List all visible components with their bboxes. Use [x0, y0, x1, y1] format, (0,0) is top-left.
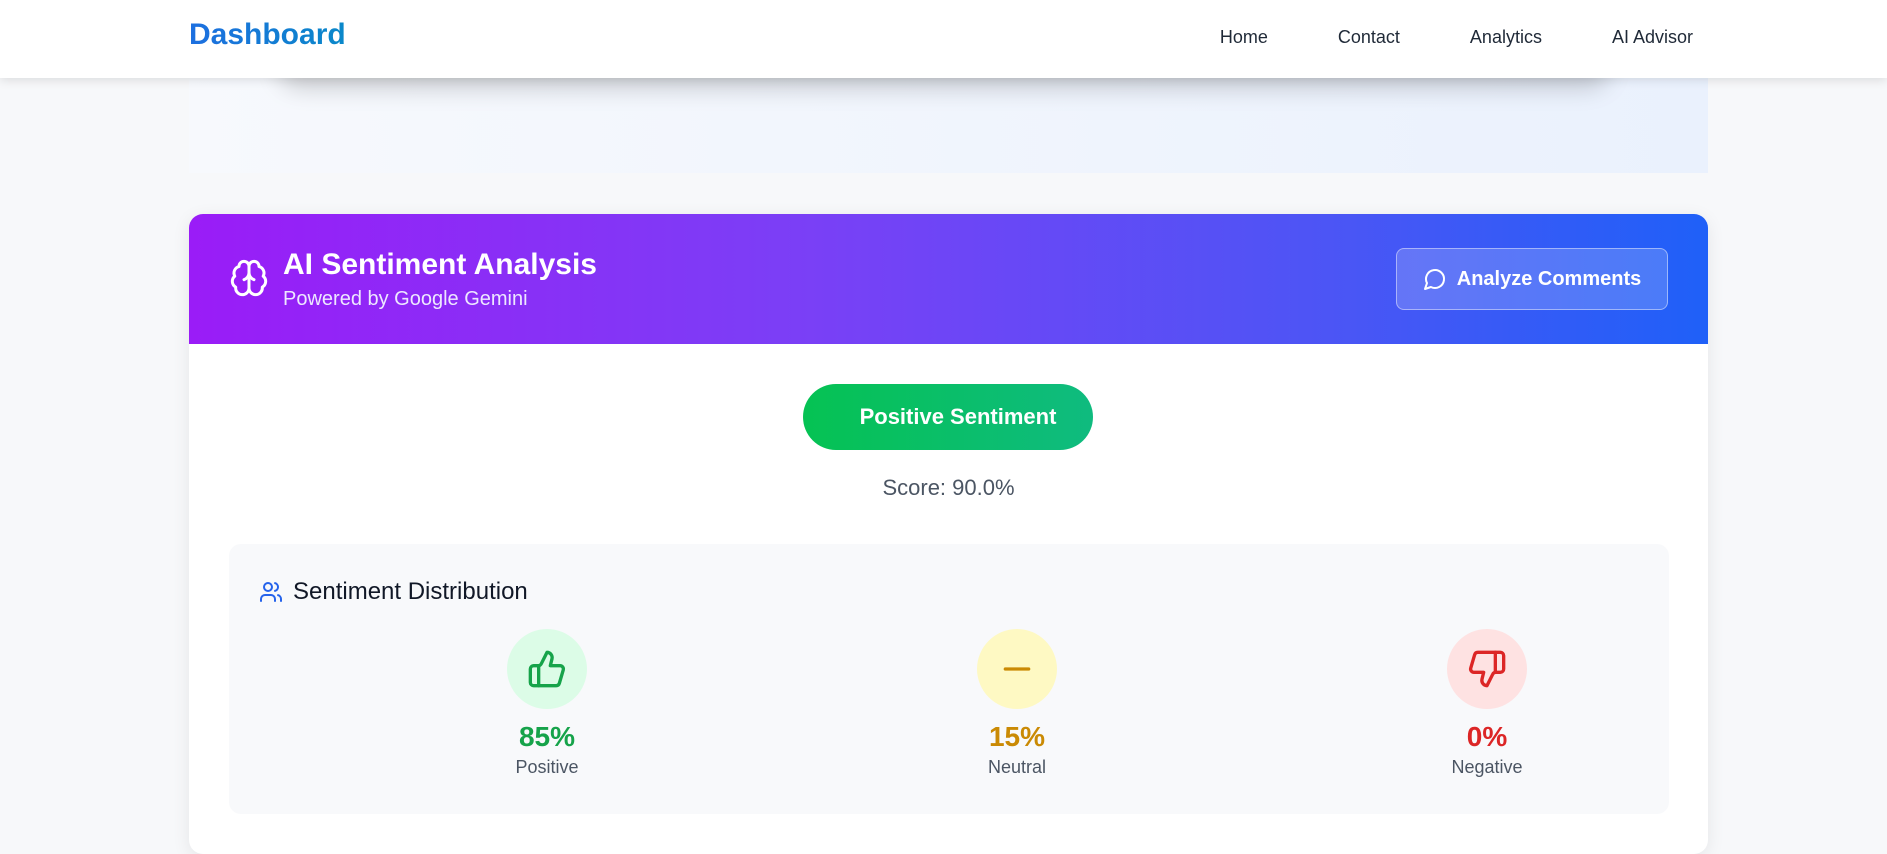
neutral-icon-circle	[977, 629, 1057, 709]
distribution-header: Sentiment Distribution	[259, 578, 528, 606]
negative-label: Negative	[1451, 757, 1523, 777]
positive-percentage: 85%	[518, 721, 576, 752]
sentiment-score: Score: 90.0%	[882, 475, 1015, 500]
analyze-comments-label: Analyze Comments	[1456, 267, 1642, 290]
top-navbar: Dashboard Home Contact Analytics AI Advi…	[0, 0, 1887, 78]
nav-link-contact[interactable]: Contact	[1338, 27, 1400, 48]
card-header: AI Sentiment Analysis Powered by Google …	[189, 214, 1708, 344]
hero-section	[189, 78, 1708, 173]
brain-icon	[230, 259, 268, 297]
nav-links: Home Contact Analytics AI Advisor	[1220, 27, 1693, 48]
sentiment-analysis-card: AI Sentiment Analysis Powered by Google …	[189, 214, 1708, 854]
thumbs-up-icon	[528, 650, 566, 688]
users-icon	[260, 582, 282, 602]
overall-sentiment-badge: Positive Sentiment	[803, 384, 1093, 450]
card-title: AI Sentiment Analysis	[283, 248, 597, 281]
thumbs-down-icon	[1468, 650, 1506, 688]
brand-logo[interactable]: Dashboard	[189, 18, 346, 52]
sentiment-distribution-panel: Sentiment Distribution 85% Positive 15% …	[229, 544, 1669, 814]
nav-link-ai-advisor[interactable]: AI Advisor	[1612, 27, 1693, 48]
nav-link-analytics[interactable]: Analytics	[1470, 27, 1542, 48]
nav-link-home[interactable]: Home	[1220, 27, 1268, 48]
positive-label: Positive	[515, 757, 579, 777]
negative-percentage: 0%	[1466, 721, 1508, 752]
distribution-title: Sentiment Distribution	[293, 578, 528, 605]
metric-negative: 0% Negative	[1387, 629, 1587, 778]
metric-neutral: 15% Neutral	[917, 629, 1117, 778]
neutral-label: Neutral	[987, 757, 1047, 777]
positive-icon-circle	[507, 629, 587, 709]
negative-icon-circle	[1447, 629, 1527, 709]
metric-positive: 85% Positive	[447, 629, 647, 778]
minus-icon	[1003, 667, 1031, 671]
message-circle-icon	[1423, 269, 1445, 290]
neutral-percentage: 15%	[988, 721, 1046, 752]
analyze-comments-button[interactable]: Analyze Comments	[1396, 248, 1668, 310]
card-subtitle: Powered by Google Gemini	[283, 288, 528, 310]
